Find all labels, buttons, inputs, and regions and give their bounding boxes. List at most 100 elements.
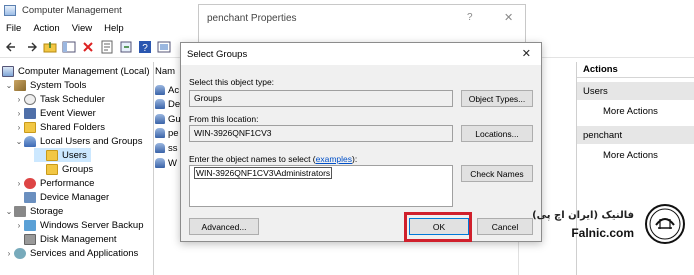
check-names-button[interactable]: Check Names	[461, 165, 533, 182]
tree-item-event-viewer[interactable]: › Event Viewer	[14, 106, 96, 120]
tree-item-performance[interactable]: › Performance	[14, 176, 94, 190]
device-manager-icon	[24, 191, 36, 203]
tree-item-label: Users	[62, 149, 87, 161]
object-type-label: Select this object type:	[189, 77, 275, 87]
users-icon	[24, 135, 36, 147]
view-icon[interactable]	[156, 39, 172, 55]
list-item[interactable]: Gu	[155, 113, 181, 125]
tree-item-computer-management[interactable]: Computer Management (Local)	[2, 64, 149, 78]
up-folder-icon[interactable]	[42, 39, 58, 55]
back-icon[interactable]	[4, 39, 20, 55]
performance-icon	[24, 177, 36, 189]
list-item[interactable]: Ac	[155, 84, 179, 96]
tree-item-disk-management[interactable]: Disk Management	[24, 232, 117, 246]
tree-item-task-scheduler[interactable]: › Task Scheduler	[14, 92, 105, 106]
tree-item-shared-folders[interactable]: › Shared Folders	[14, 120, 105, 134]
tree-item-label: Task Scheduler	[40, 93, 105, 105]
menu-view[interactable]: View	[72, 23, 92, 34]
properties-icon[interactable]	[99, 39, 115, 55]
help-button[interactable]: ?	[467, 12, 473, 23]
computer-management-icon	[4, 4, 16, 16]
select-groups-dialog: Select Groups ✕ Select this object type:…	[180, 42, 542, 242]
user-icon	[155, 85, 165, 95]
tree-item-users[interactable]: Users	[34, 148, 91, 162]
folder-icon	[24, 121, 36, 133]
services-icon	[14, 247, 26, 259]
tree-item-label: Services and Applications	[30, 247, 139, 259]
locations-button[interactable]: Locations...	[461, 125, 533, 142]
tree-item-system-tools[interactable]: ⌄ System Tools	[4, 78, 86, 92]
computer-icon	[2, 65, 14, 77]
tree-item-groups[interactable]: Groups	[46, 162, 93, 176]
list-item-label: W	[168, 157, 177, 169]
chevron-right-icon[interactable]: ›	[14, 221, 24, 230]
chevron-right-icon[interactable]: ›	[14, 179, 24, 188]
more-actions-penchant[interactable]: More Actions	[577, 144, 694, 166]
tree-item-label: Performance	[40, 177, 95, 189]
clock-icon	[24, 93, 36, 105]
storage-icon	[14, 205, 26, 217]
tree-item-services-and-applications[interactable]: › Services and Applications	[4, 246, 138, 260]
column-header-name[interactable]: Nam	[155, 66, 175, 77]
folder-icon	[46, 149, 58, 161]
object-type-field: Groups	[189, 90, 453, 107]
list-item[interactable]: W	[155, 157, 177, 169]
chevron-right-icon[interactable]: ›	[4, 249, 14, 258]
more-actions-users[interactable]: More Actions	[577, 100, 694, 122]
object-names-input[interactable]: WIN-3926QNF1CV3\Administrators	[189, 165, 453, 207]
tree-item-label: Computer Management (Local)	[18, 65, 150, 77]
chevron-right-icon[interactable]: ›	[14, 95, 24, 104]
actions-section-penchant[interactable]: penchant	[577, 126, 694, 144]
list-item[interactable]: De	[155, 98, 180, 110]
show-hide-tree-icon[interactable]	[61, 39, 77, 55]
tree-item-windows-server-backup[interactable]: › Windows Server Backup	[14, 218, 143, 232]
svg-text:?: ?	[142, 43, 148, 54]
object-types-button[interactable]: Object Types...	[461, 90, 533, 107]
delete-icon[interactable]	[80, 39, 96, 55]
object-names-label-prefix: Enter the object names to select (	[189, 154, 316, 164]
list-item[interactable]: ss	[155, 142, 178, 154]
user-icon	[155, 99, 165, 109]
close-icon[interactable]: ✕	[504, 11, 513, 24]
window-title: Computer Management	[22, 4, 122, 16]
forward-icon[interactable]	[23, 39, 39, 55]
select-groups-title: Select Groups	[187, 48, 248, 60]
tree-item-label: Device Manager	[40, 191, 110, 203]
actions-section-users[interactable]: Users	[577, 82, 694, 100]
tree-item-device-manager[interactable]: Device Manager	[24, 190, 109, 204]
cancel-button[interactable]: Cancel	[477, 218, 533, 235]
advanced-button[interactable]: Advanced...	[189, 218, 259, 235]
folder-icon	[46, 163, 58, 175]
console-tree: Computer Management (Local) ⌄ System Too…	[0, 62, 154, 275]
menu-help[interactable]: Help	[104, 23, 124, 34]
chevron-down-icon[interactable]: ⌄	[14, 137, 24, 146]
chevron-down-icon[interactable]: ⌄	[4, 81, 14, 90]
user-icon	[155, 143, 165, 153]
object-names-label: Enter the object names to select (exampl…	[189, 154, 357, 164]
select-groups-titlebar: Select Groups ✕	[181, 43, 541, 65]
chevron-right-icon[interactable]: ›	[14, 109, 24, 118]
export-list-icon[interactable]	[118, 39, 134, 55]
close-icon[interactable]: ✕	[522, 47, 531, 60]
tree-item-local-users-and-groups[interactable]: ⌄ Local Users and Groups	[14, 134, 142, 148]
list-item[interactable]: pe	[155, 127, 179, 139]
location-field: WIN-3926QNF1CV3	[189, 125, 453, 142]
help-icon[interactable]: ?	[137, 39, 153, 55]
examples-link[interactable]: examples	[316, 154, 352, 164]
chevron-right-icon[interactable]: ›	[14, 123, 24, 132]
tree-item-label: Disk Management	[40, 233, 117, 245]
backup-icon	[24, 219, 36, 231]
list-item-label: De	[168, 98, 181, 110]
logo-text-en: Falnic.com	[571, 226, 634, 240]
tree-item-label: Local Users and Groups	[40, 135, 143, 147]
iranhp-emblem-icon	[645, 204, 685, 244]
chevron-down-icon[interactable]: ⌄	[4, 207, 14, 216]
list-item-label: ss	[168, 142, 178, 154]
menu-action[interactable]: Action	[33, 23, 59, 34]
menu-file[interactable]: File	[6, 23, 21, 34]
tree-item-storage[interactable]: ⌄ Storage	[4, 204, 63, 218]
tree-item-label: Storage	[30, 205, 64, 217]
user-icon	[155, 128, 165, 138]
location-label: From this location:	[189, 114, 259, 124]
actions-title: Actions	[577, 62, 694, 78]
